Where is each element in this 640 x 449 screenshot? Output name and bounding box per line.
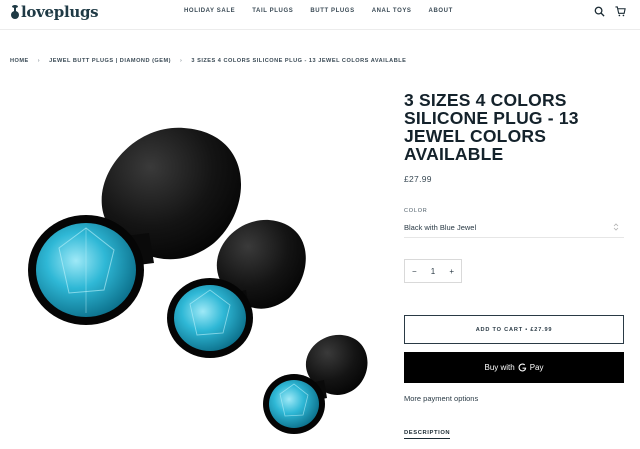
- breadcrumb-home[interactable]: HOME: [10, 58, 29, 64]
- buy-with-label: Buy with: [484, 363, 515, 372]
- color-select[interactable]: Black with Blue Jewel: [404, 217, 624, 238]
- quantity-decrease-button[interactable]: −: [412, 267, 417, 276]
- breadcrumb-separator: ›: [180, 58, 183, 64]
- nav-tail-plugs[interactable]: TAIL PLUGS: [252, 8, 293, 14]
- product-price: £27.99: [404, 174, 432, 184]
- cart-icon[interactable]: [615, 6, 626, 17]
- search-icon[interactable]: [594, 6, 605, 17]
- logo-mark-icon: [11, 5, 19, 19]
- product-image[interactable]: [14, 118, 374, 443]
- tab-description[interactable]: DESCRIPTION: [404, 430, 451, 439]
- quantity-value[interactable]: 1: [431, 267, 435, 276]
- breadcrumb: HOME › JEWEL BUTT PLUGS | DIAMOND (GEM) …: [10, 58, 406, 64]
- small-plug: [263, 334, 368, 434]
- header-actions: [594, 6, 626, 17]
- quantity-stepper: − 1 +: [404, 259, 462, 283]
- add-to-cart-label: ADD TO CART • £27.99: [475, 326, 553, 333]
- main-nav: HOLIDAY SALE TAIL PLUGS BUTT PLUGS ANAL …: [184, 8, 453, 14]
- site-header: loveplugs HOLIDAY SALE TAIL PLUGS BUTT P…: [0, 0, 640, 30]
- breadcrumb-separator: ›: [37, 58, 41, 64]
- google-pay-button[interactable]: Buy with Pay: [404, 352, 624, 383]
- nav-butt-plugs[interactable]: BUTT PLUGS: [310, 8, 354, 14]
- nav-holiday-sale[interactable]: HOLIDAY SALE: [184, 8, 235, 14]
- select-chevron-icon: [613, 223, 619, 231]
- color-option-label: COLOR: [404, 208, 428, 214]
- breadcrumb-current: 3 SIZES 4 COLORS SILICONE PLUG - 13 JEWE…: [191, 58, 407, 64]
- product-title: 3 SIZES 4 COLORS SILICONE PLUG - 13 JEWE…: [404, 90, 579, 164]
- logo-text: loveplugs: [21, 3, 99, 21]
- nav-about[interactable]: ABOUT: [429, 8, 453, 14]
- google-g-icon: [518, 363, 526, 372]
- color-select-value: Black with Blue Jewel: [404, 222, 477, 232]
- quantity-increase-button[interactable]: +: [449, 267, 454, 276]
- pay-label: Pay: [529, 363, 544, 372]
- add-to-cart-button[interactable]: ADD TO CART • £27.99: [404, 315, 624, 344]
- nav-anal-toys[interactable]: ANAL TOYS: [372, 8, 412, 14]
- breadcrumb-collection[interactable]: JEWEL BUTT PLUGS | DIAMOND (GEM): [49, 58, 171, 64]
- site-logo[interactable]: loveplugs: [10, 3, 99, 21]
- more-payment-options-link[interactable]: More payment options: [404, 394, 478, 403]
